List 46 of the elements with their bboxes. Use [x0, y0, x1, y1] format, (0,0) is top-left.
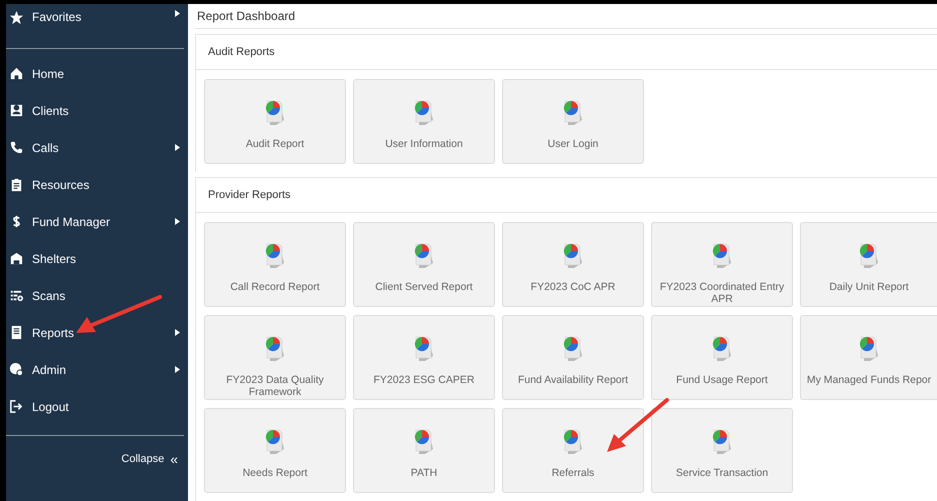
home-icon [9, 66, 24, 81]
report-tile[interactable]: FY2023 Data Quality Framework [204, 315, 346, 400]
caret-icon [175, 329, 180, 336]
report-tile[interactable]: User Information [353, 79, 495, 164]
report-tile[interactable]: Call Record Report [204, 222, 346, 307]
report-tile[interactable]: FY2023 ESG CAPER [353, 315, 495, 400]
sidebar-item[interactable]: Admin [6, 351, 188, 388]
caret-icon [175, 144, 180, 151]
caret-icon [175, 218, 180, 225]
sidebar-item[interactable]: Scans [6, 277, 188, 314]
sidebar-item[interactable]: Resources [6, 166, 188, 203]
report-tile[interactable]: My Managed Funds Repor [800, 315, 937, 400]
annotation-arrow [607, 398, 669, 452]
report-tile[interactable]: Fund Usage Report [651, 315, 793, 400]
logout-icon [9, 399, 24, 414]
caret-icon [175, 10, 180, 17]
collapse-button[interactable]: Collapse « [121, 452, 178, 466]
report-tile[interactable]: Audit Report [204, 79, 346, 164]
document-icon [9, 325, 24, 340]
report-tile[interactable]: PATH [353, 408, 495, 493]
report-tile[interactable]: Service Transaction [651, 408, 793, 493]
star-icon [9, 10, 24, 25]
sidebar-item[interactable]: Logout [6, 388, 188, 425]
report-tile[interactable]: User Login [502, 79, 644, 164]
sidebar-item[interactable]: Home [6, 55, 188, 92]
report-tile[interactable]: Referrals [502, 408, 644, 493]
section-header: Provider Reports [196, 178, 937, 213]
house-icon [9, 251, 24, 266]
sidebar-item[interactable]: Calls [6, 129, 188, 166]
sidebar-item[interactable]: Fund Manager [6, 203, 188, 240]
report-tile[interactable]: Fund Availability Report [502, 315, 644, 400]
section-header: Audit Reports [196, 35, 937, 70]
report-tile[interactable]: Daily Unit Report [800, 222, 937, 307]
report-tile[interactable]: FY2023 CoC APR [502, 222, 644, 307]
sidebar-item[interactable]: Shelters [6, 240, 188, 277]
clipboard-icon [9, 177, 24, 192]
contact-card-icon [9, 103, 24, 118]
phone-icon [9, 140, 24, 155]
list-icon [9, 288, 24, 303]
sidebar-item[interactable]: Clients [6, 92, 188, 129]
caret-icon [175, 366, 180, 373]
report-tile[interactable]: Client Served Report [353, 222, 495, 307]
page-title: Report Dashboard [195, 4, 937, 29]
report-tile[interactable]: FY2023 Coordinated Entry APR [651, 222, 793, 307]
sidebar-item[interactable]: Favorites [6, 4, 188, 42]
report-tile[interactable]: Needs Report [204, 408, 346, 493]
